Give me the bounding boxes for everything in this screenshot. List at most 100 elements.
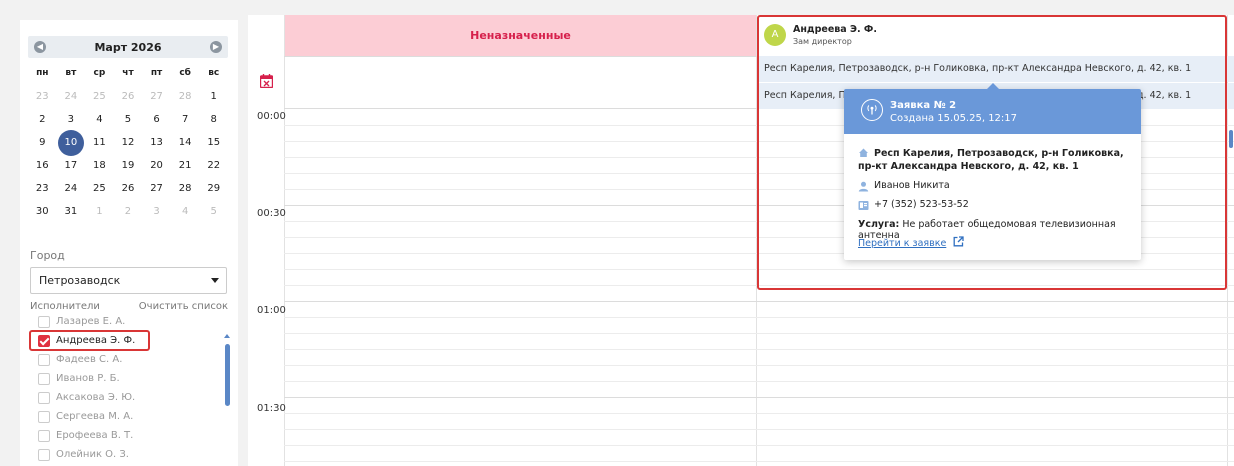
calendar-day[interactable]: 21 — [171, 154, 200, 177]
calendar-day[interactable]: 11 — [85, 131, 114, 154]
executor-name: Ерофеева В. Т. — [56, 430, 134, 441]
popup-phone: +7 (352) 523-53-52 — [874, 199, 969, 210]
time-label: 00:00 — [257, 111, 286, 122]
calendar-day[interactable]: 22 — [199, 154, 228, 177]
calendar-day[interactable]: 3 — [142, 200, 171, 223]
grid-line — [284, 429, 1234, 430]
calendar-day[interactable]: 1 — [199, 85, 228, 108]
weekday-label: чт — [122, 68, 134, 78]
grid-line — [284, 397, 1234, 398]
executor-checkbox[interactable] — [38, 353, 50, 366]
calendar-day[interactable]: 7 — [171, 108, 200, 131]
chevron-left-icon[interactable]: ◀ — [34, 41, 46, 53]
scrollbar-thumb[interactable] — [225, 344, 230, 406]
service-label: Услуга: — [858, 219, 900, 230]
calendar-day[interactable]: 2 — [114, 200, 143, 223]
calendar-today-icon[interactable] — [260, 74, 273, 88]
executor-checkbox[interactable] — [38, 372, 50, 385]
calendar-day[interactable]: 20 — [142, 154, 171, 177]
calendar-day[interactable]: 25 — [85, 177, 114, 200]
grid-line — [284, 381, 1234, 382]
calendar-day[interactable]: 17 — [57, 154, 86, 177]
calendar-day[interactable]: 30 — [28, 200, 57, 223]
calendar-day[interactable]: 24 — [57, 85, 86, 108]
calendar-day[interactable]: 2 — [28, 108, 57, 131]
executor-item[interactable]: Сергеева М. А. — [28, 407, 210, 426]
calendar-day[interactable]: 24 — [57, 177, 86, 200]
city-select-value: Петрозаводск — [39, 274, 121, 287]
executor-item[interactable]: Фадеев С. А. — [28, 350, 210, 369]
executors-header: Исполнители Очистить список — [30, 301, 228, 312]
calendar-day[interactable]: 28 — [171, 177, 200, 200]
calendar-day[interactable]: 5 — [114, 108, 143, 131]
page-scrollbar-thumb[interactable] — [1229, 130, 1233, 148]
calendar-day[interactable]: 8 — [199, 108, 228, 131]
executors-label: Исполнители — [30, 301, 100, 312]
calendar-day[interactable]: 27 — [142, 85, 171, 108]
clear-list-link[interactable]: Очистить список — [139, 301, 228, 312]
calendar-day[interactable]: 19 — [114, 154, 143, 177]
grid-divider — [284, 15, 285, 466]
calendar-day[interactable]: 26 — [114, 177, 143, 200]
calendar-day[interactable]: 28 — [171, 85, 200, 108]
calendar-day[interactable]: 27 — [142, 177, 171, 200]
executors-scrollbar[interactable] — [224, 334, 232, 466]
calendar-day[interactable]: 26 — [114, 85, 143, 108]
city-select[interactable]: Петрозаводск — [30, 267, 227, 294]
executor-item[interactable]: Аксакова Э. Ю. — [28, 388, 210, 407]
calendar-day-number: 10 — [64, 137, 78, 148]
grid-line — [284, 333, 1234, 334]
calendar-day[interactable]: 12 — [114, 131, 143, 154]
calendar-day[interactable]: 6 — [142, 108, 171, 131]
executor-checkbox[interactable] — [38, 448, 50, 461]
calendar-day[interactable]: 3 — [57, 108, 86, 131]
grid-line — [284, 461, 1234, 462]
scroll-up-icon[interactable] — [224, 334, 230, 338]
calendar-day[interactable]: 9 — [28, 131, 57, 154]
executor-highlight-box — [29, 330, 150, 351]
weekday-label: пн — [36, 68, 49, 78]
time-label: 00:30 — [257, 208, 286, 219]
calendar-header: ◀ Март 2026 ▶ — [28, 36, 228, 58]
calendar-day[interactable]: 16 — [28, 154, 57, 177]
popup-title: Заявка № 2 — [890, 100, 957, 111]
calendar-month-title: Март 2026 — [94, 40, 162, 54]
calendar-day[interactable]: 23 — [28, 85, 57, 108]
calendar-day[interactable]: 1 — [85, 200, 114, 223]
executor-item[interactable]: Ерофеева В. Т. — [28, 426, 210, 445]
calendar-day[interactable]: 31 — [57, 200, 86, 223]
request-popup: Заявка № 2 Создана 15.05.25, 12:17 Респ … — [844, 83, 1141, 260]
executor-checkbox[interactable] — [38, 315, 50, 328]
calendar-day[interactable]: 25 — [85, 85, 114, 108]
calendar-day[interactable]: 4 — [171, 200, 200, 223]
grid-line — [284, 317, 1234, 318]
chevron-right-icon[interactable]: ▶ — [209, 41, 222, 53]
executor-checkbox[interactable] — [38, 410, 50, 423]
phone-icon — [858, 201, 869, 210]
popup-created: Создана 15.05.25, 12:17 — [890, 113, 1018, 124]
executor-item[interactable]: Иванов Р. Б. — [28, 369, 210, 388]
executor-name: Лазарев Е. А. — [56, 316, 126, 327]
calendar-day[interactable]: 14 — [171, 131, 200, 154]
calendar-day[interactable]: 13 — [142, 131, 171, 154]
calendar-day[interactable]: 15 — [199, 131, 228, 154]
calendar-day[interactable]: 4 — [85, 108, 114, 131]
sidebar: ◀ Март 2026 ▶ пн вт ср чт пт сб вс 23 24 25 26 27 28… — [20, 20, 238, 466]
popup-address: Респ Карелия, Петрозаводск, р-н Голиковк… — [858, 148, 1124, 172]
weekday-label: вт — [65, 68, 77, 78]
time-label: 01:30 — [257, 403, 286, 414]
user-icon — [858, 181, 869, 192]
grid-line — [284, 445, 1234, 446]
open-request-link[interactable]: Перейти к заявке — [858, 238, 946, 249]
external-link-icon[interactable] — [953, 236, 964, 247]
calendar-day[interactable]: 29 — [199, 177, 228, 200]
executor-item[interactable]: Олейник О. З. — [28, 445, 210, 464]
calendar-day[interactable]: 23 — [28, 177, 57, 200]
calendar-day[interactable]: 5 — [199, 200, 228, 223]
weekday-label: пт — [150, 68, 163, 78]
calendar-day-selected[interactable]: 10 — [57, 129, 86, 156]
executor-checkbox[interactable] — [38, 391, 50, 404]
executor-checkbox[interactable] — [38, 429, 50, 442]
executor-item[interactable]: Лазарев Е. А. — [28, 312, 210, 331]
calendar-day[interactable]: 18 — [85, 154, 114, 177]
